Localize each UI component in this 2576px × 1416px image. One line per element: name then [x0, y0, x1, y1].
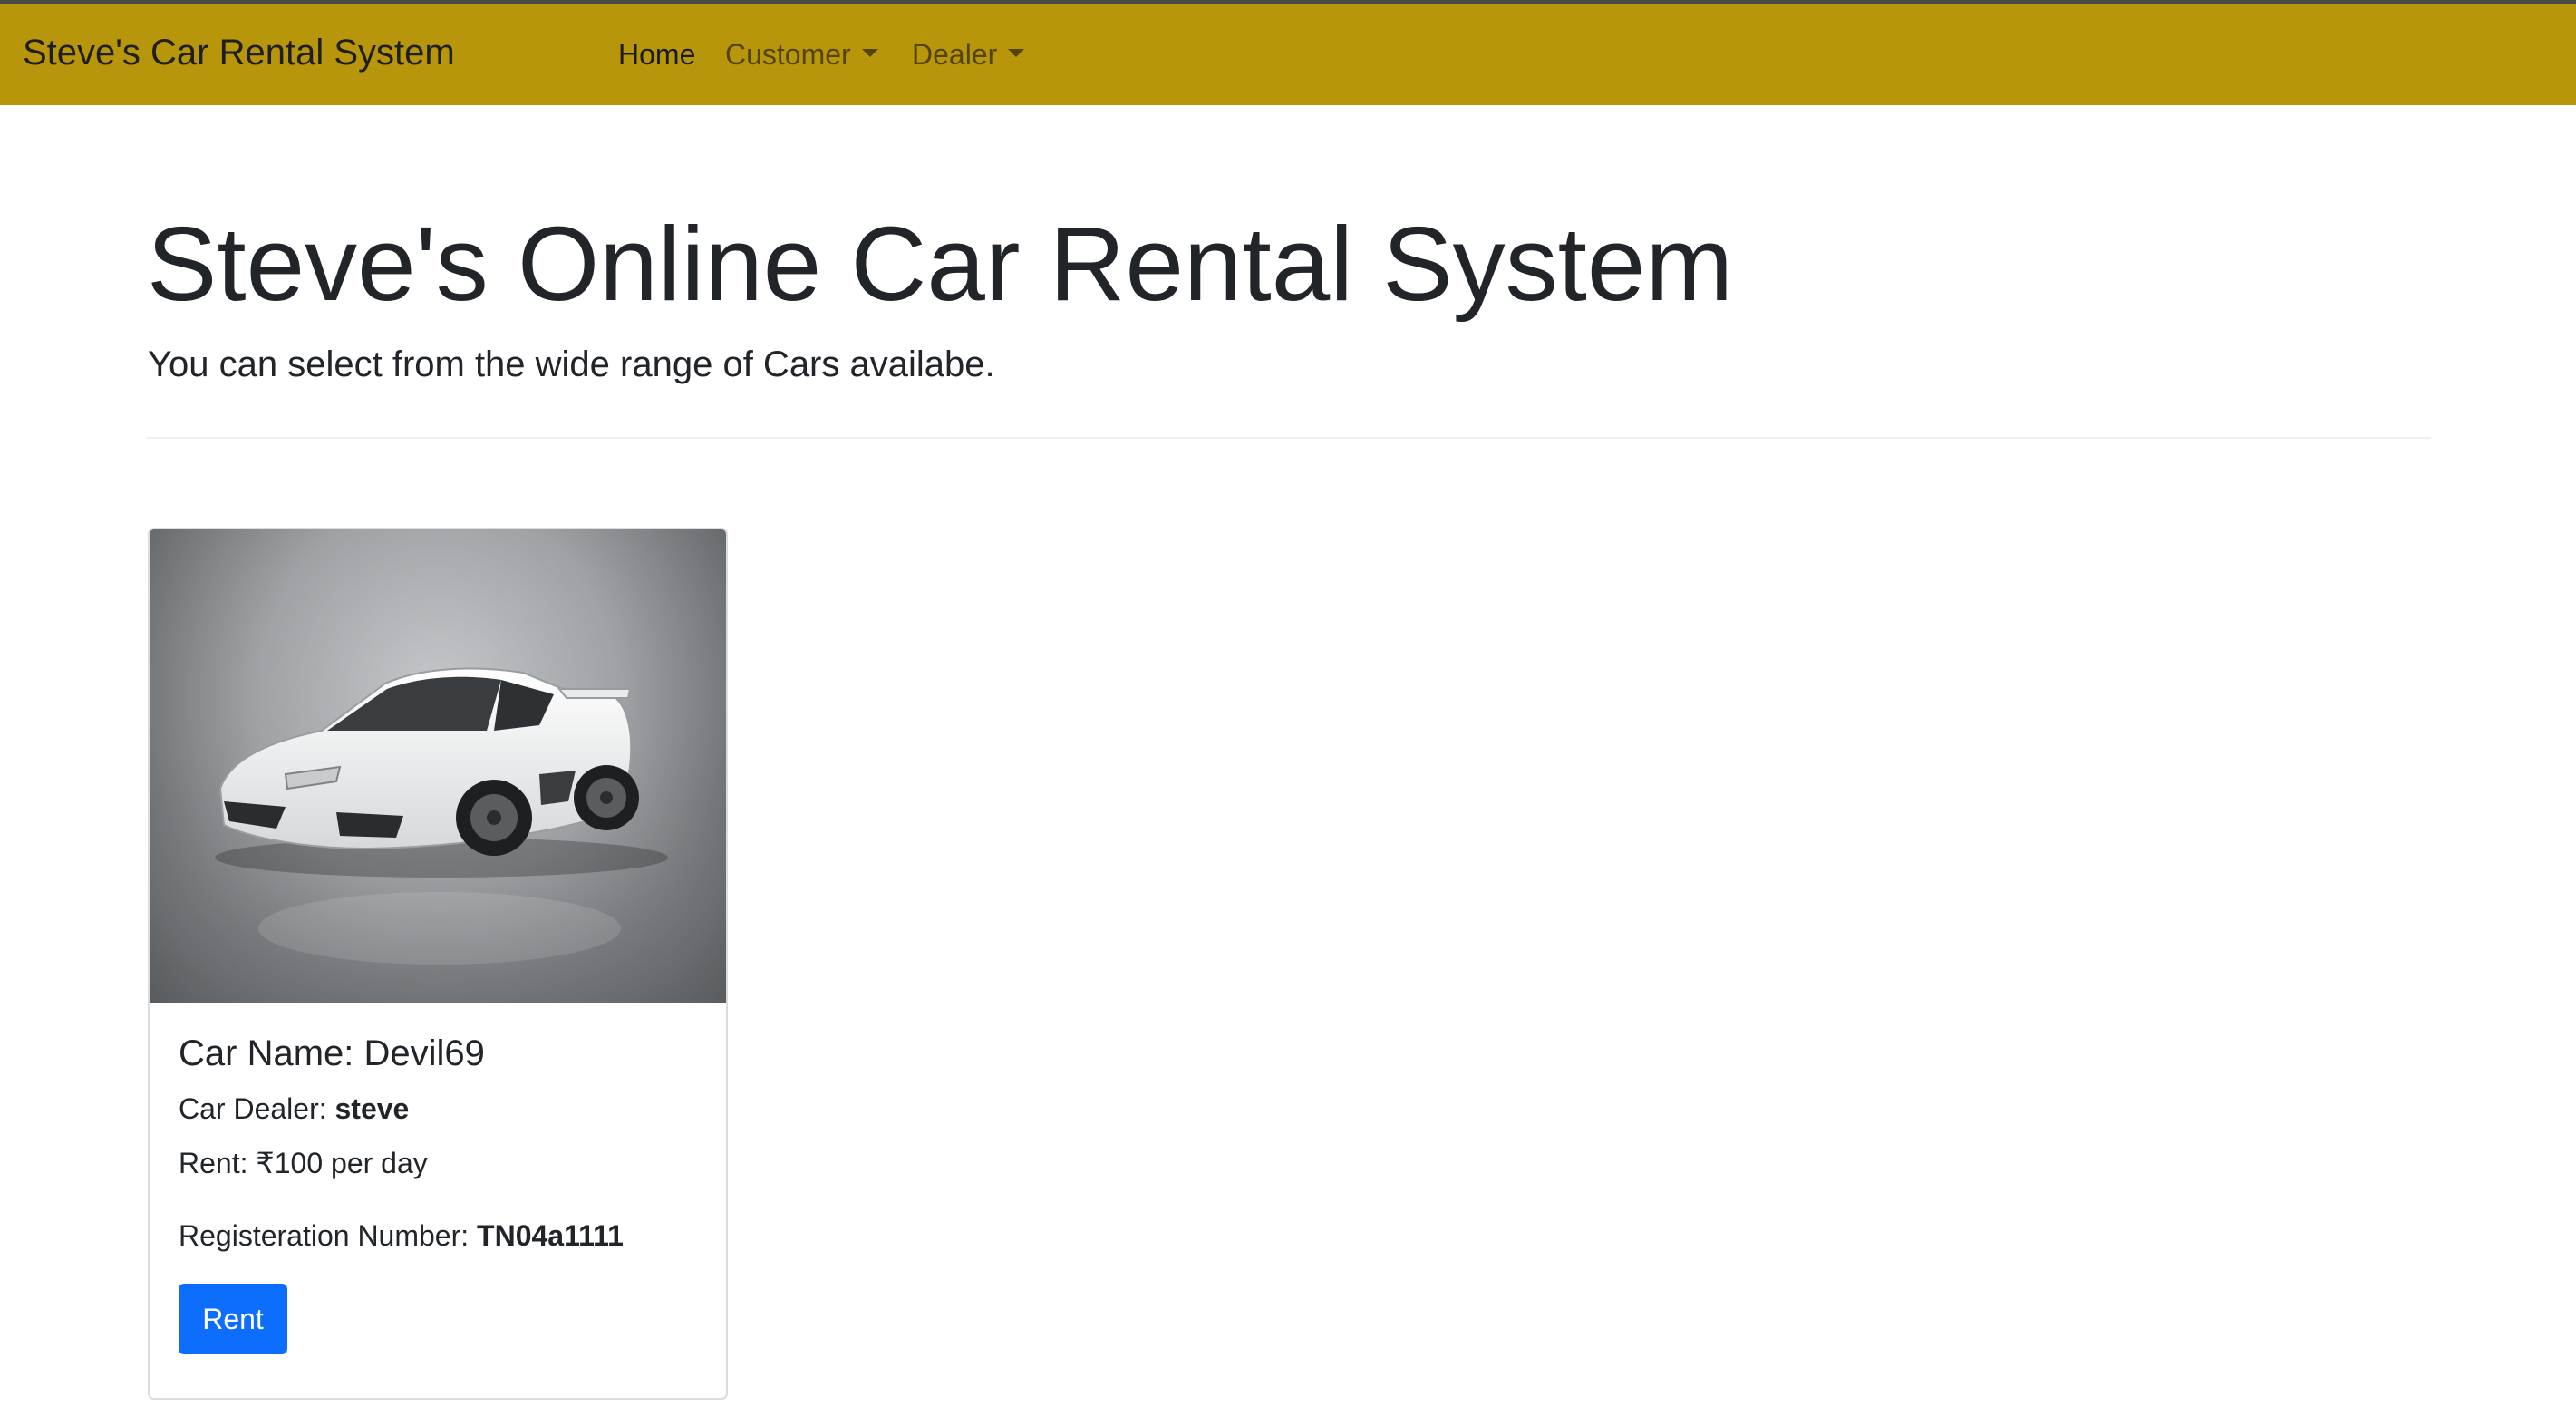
car-registration: Registeration Number: TN04a1111 [179, 1218, 624, 1253]
chevron-down-icon [861, 49, 878, 58]
car-dealer-value: steve [334, 1092, 410, 1125]
rent-button[interactable]: Rent [179, 1284, 287, 1354]
nav-home-link[interactable]: Home [618, 37, 695, 72]
sports-car-illustration [150, 667, 726, 1003]
navbar-brand[interactable]: Steve's Car Rental System [23, 31, 455, 74]
car-dealer-label: Car Dealer: [179, 1092, 335, 1125]
section-divider [147, 437, 2431, 439]
page-subtitle: You can select from the wide range of Ca… [148, 344, 995, 384]
car-image [150, 529, 726, 1003]
car-registration-value: TN04a1111 [477, 1219, 624, 1252]
chevron-down-icon [1008, 49, 1025, 58]
nav-home-label: Home [618, 38, 696, 71]
car-card: Car Name: Devil69 Car Dealer: steve Rent… [148, 528, 728, 1400]
car-rent: Rent: ₹100 per day [179, 1147, 428, 1179]
car-registration-label: Registeration Number: [179, 1219, 478, 1252]
top-navbar: Steve's Car Rental System Home Customer … [0, 0, 2576, 105]
page-title: Steve's Online Car Rental System [147, 205, 1733, 323]
car-name: Car Name: Devil69 [179, 1033, 485, 1073]
car-dealer: Car Dealer: steve [179, 1091, 409, 1126]
nav-dealer-label: Dealer [912, 38, 998, 71]
nav-customer-dropdown[interactable]: Customer [725, 37, 878, 72]
nav-dealer-dropdown[interactable]: Dealer [912, 37, 1025, 72]
nav-customer-label: Customer [725, 38, 851, 71]
